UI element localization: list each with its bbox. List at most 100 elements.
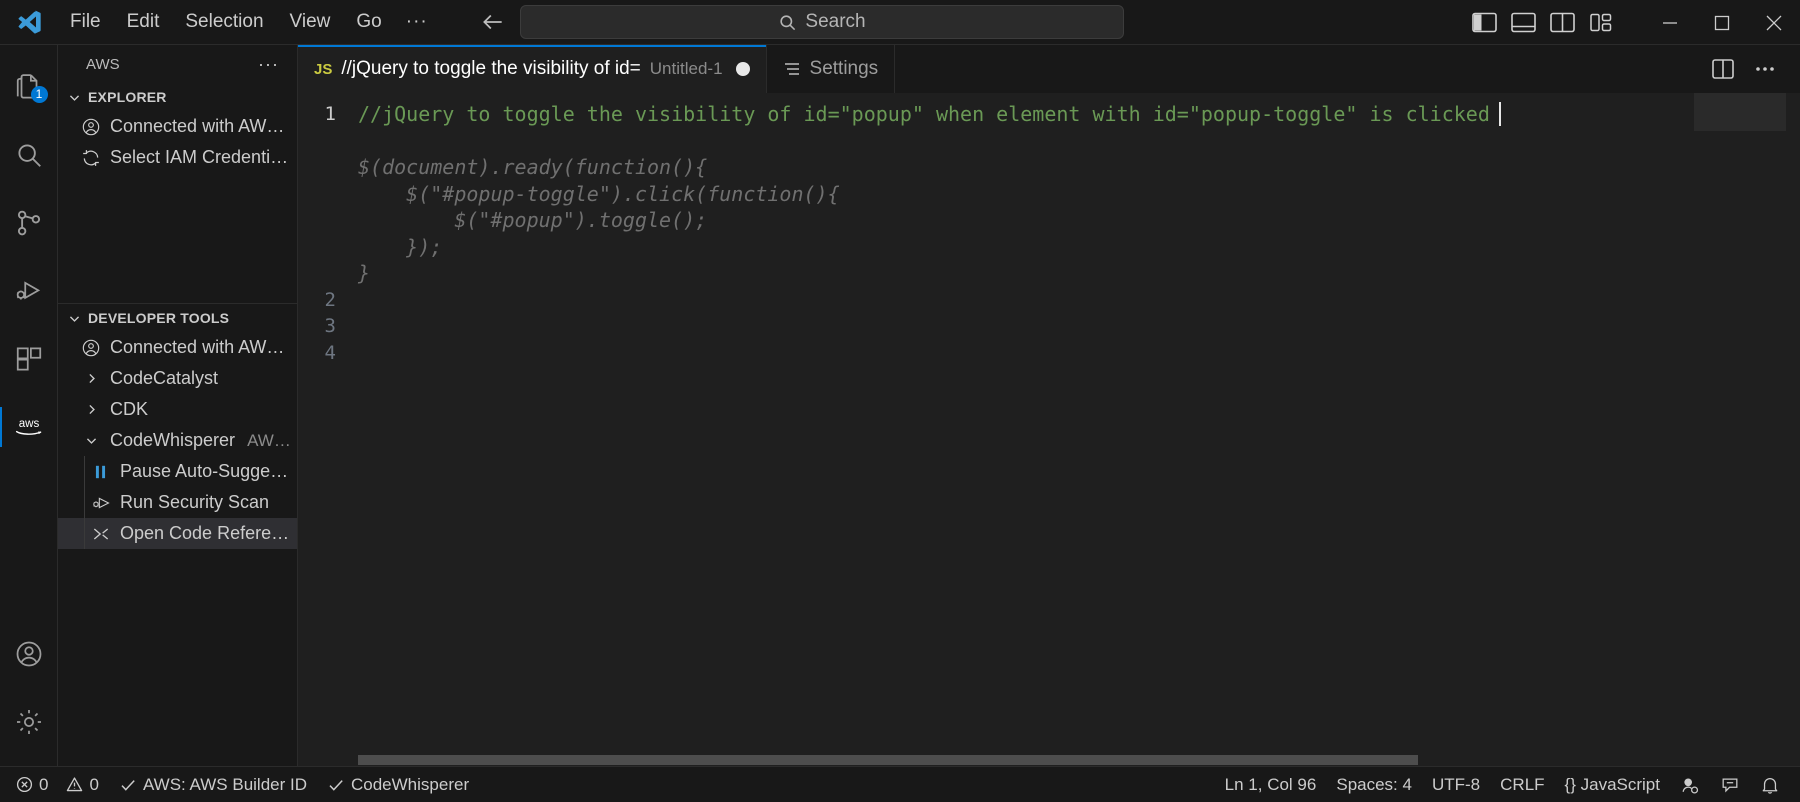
- minimize-icon[interactable]: [1644, 0, 1696, 45]
- activity-item-extensions[interactable]: [0, 325, 58, 393]
- sidebar-item-run-security-scan[interactable]: Run Security Scan: [58, 487, 297, 518]
- status-aws-connection[interactable]: AWS: AWS Builder ID: [109, 767, 317, 802]
- activity-item-run-and-debug[interactable]: [0, 257, 58, 325]
- code-line-ghost: $(document).ready(function(){: [298, 154, 1800, 181]
- tab-settings[interactable]: Settings: [767, 45, 896, 93]
- status-eol[interactable]: CRLF: [1490, 767, 1554, 802]
- sidebar-item-label: Pause Auto-Sugge…: [120, 461, 288, 482]
- chevron-right-icon: [80, 403, 102, 416]
- close-icon[interactable]: [1748, 0, 1800, 45]
- status-encoding[interactable]: UTF-8: [1422, 767, 1490, 802]
- code-line: 1 //jQuery to toggle the visibility of i…: [298, 101, 1800, 128]
- sidebar-item-label: CodeCatalyst: [110, 368, 218, 389]
- inline-suggestion: });: [358, 235, 442, 259]
- status-bar-left: 0 0 AWS: AWS Builder ID: [0, 767, 479, 802]
- maximize-icon[interactable]: [1696, 0, 1748, 45]
- sidebar-item-connected-with-aws-devtools[interactable]: Connected with AW…: [58, 332, 297, 363]
- tab-dirty-indicator[interactable]: [736, 62, 750, 76]
- minimap-slider[interactable]: [1694, 93, 1786, 131]
- sidebar-section-developer-tools: DEVELOPER TOOLS Connected with AW…: [58, 304, 297, 549]
- status-cursor-position[interactable]: Ln 1, Col 96: [1215, 767, 1327, 802]
- sidebar-item-codewhisperer[interactable]: CodeWhisperer AW…: [58, 425, 297, 456]
- activity-item-aws[interactable]: aws: [0, 393, 58, 461]
- sidebar-section-header-explorer[interactable]: EXPLORER: [58, 83, 297, 111]
- status-indentation[interactable]: Spaces: 4: [1326, 767, 1422, 802]
- activity-item-accounts[interactable]: [0, 620, 58, 688]
- code-reference-icon: [90, 524, 112, 544]
- pause-icon: [90, 463, 112, 481]
- code-editor[interactable]: 1 //jQuery to toggle the visibility of i…: [298, 93, 1800, 754]
- activity-item-source-control[interactable]: [0, 189, 58, 257]
- line-number: 2: [298, 289, 358, 311]
- tab-bar: JS //jQuery to toggle the visibility of …: [298, 45, 1800, 93]
- status-codewhisperer[interactable]: CodeWhisperer: [317, 767, 479, 802]
- svg-text:aws: aws: [18, 418, 39, 430]
- vscode-window: File Edit Selection View Go ···: [0, 0, 1800, 802]
- menu-overflow-button[interactable]: ···: [396, 6, 438, 38]
- sidebar-item-select-iam-credentials[interactable]: Select IAM Credenti…: [58, 142, 297, 173]
- inline-suggestion: $(document).ready(function(){: [358, 155, 707, 179]
- search-input[interactable]: Search: [520, 5, 1124, 39]
- title-bar: File Edit Selection View Go ···: [0, 0, 1800, 45]
- sidebar-section-header-developer-tools[interactable]: DEVELOPER TOOLS: [58, 304, 297, 332]
- activity-item-search[interactable]: [0, 121, 58, 189]
- tab-label: //jQuery to toggle the visibility of id=: [341, 58, 640, 80]
- sidebar-item-pause-auto-suggestions[interactable]: Pause Auto-Sugge…: [58, 456, 297, 487]
- line-number: 3: [298, 315, 358, 337]
- line-content: //jQuery to toggle the visibility of id=…: [358, 102, 1490, 126]
- chevron-down-icon: [66, 91, 82, 104]
- code-line-ghost: $("#popup").toggle();: [298, 207, 1800, 234]
- status-label: AWS: AWS Builder ID: [143, 775, 307, 795]
- layout-controls: [1472, 10, 1614, 35]
- code-line: [298, 128, 1800, 155]
- sidebar-more-actions-button[interactable]: ···: [252, 54, 285, 75]
- text-cursor: [1499, 102, 1501, 126]
- error-count: 0: [39, 775, 48, 795]
- customize-layout-icon[interactable]: [1589, 10, 1614, 35]
- sidebar-item-open-code-reference-log[interactable]: Open Code Refere…: [58, 518, 297, 549]
- toggle-secondary-sidebar-icon[interactable]: [1550, 10, 1575, 35]
- status-notifications[interactable]: [1750, 767, 1790, 802]
- account-icon: [80, 117, 102, 137]
- sidebar-title: AWS: [86, 56, 120, 73]
- toggle-panel-icon[interactable]: [1511, 10, 1536, 35]
- menu-edit[interactable]: Edit: [115, 6, 172, 38]
- menu-view[interactable]: View: [278, 6, 343, 38]
- ellipsis-icon[interactable]: [1752, 56, 1778, 82]
- vscode-logo-icon: [0, 8, 58, 36]
- chevron-down-icon: [66, 312, 82, 325]
- sidebar-item-label: Connected with AW…: [110, 337, 284, 358]
- sidebar-item-label: Select IAM Credenti…: [110, 147, 288, 168]
- split-editor-icon[interactable]: [1710, 56, 1736, 82]
- toggle-primary-sidebar-icon[interactable]: [1472, 10, 1497, 35]
- scrollbar-thumb[interactable]: [358, 755, 1418, 765]
- bell-icon: [1760, 775, 1780, 795]
- warning-count: 0: [89, 775, 98, 795]
- sidebar-item-label: CodeWhisperer: [110, 430, 235, 451]
- sidebar-section-label: EXPLORER: [88, 89, 167, 105]
- menu-go[interactable]: Go: [344, 6, 393, 38]
- activity-item-manage[interactable]: [0, 688, 58, 756]
- inline-suggestion: $("#popup").toggle();: [358, 208, 707, 232]
- editor-horizontal-scrollbar[interactable]: [298, 754, 1800, 766]
- menu-file[interactable]: File: [58, 6, 113, 38]
- sidebar-item-label: CDK: [110, 399, 148, 420]
- code-line-ghost: });: [298, 234, 1800, 261]
- activity-bar: 1: [0, 45, 58, 766]
- status-problems[interactable]: 0 0: [6, 767, 109, 802]
- status-codewhisperer-icon[interactable]: [1670, 767, 1710, 802]
- code-lines: 1 //jQuery to toggle the visibility of i…: [298, 93, 1800, 366]
- sidebar-item-codecatalyst[interactable]: CodeCatalyst: [58, 363, 297, 394]
- tab-untitled-1[interactable]: JS //jQuery to toggle the visibility of …: [298, 45, 767, 93]
- security-scan-icon: [90, 493, 112, 513]
- sidebar-item-cdk[interactable]: CDK: [58, 394, 297, 425]
- sidebar-item-connected-with-aws-explorer[interactable]: Connected with AW…: [58, 111, 297, 142]
- go-back-icon[interactable]: [480, 9, 506, 35]
- activity-item-explorer[interactable]: 1: [0, 53, 58, 121]
- error-icon: [16, 776, 33, 793]
- menu-selection[interactable]: Selection: [173, 6, 275, 38]
- status-feedback[interactable]: [1710, 767, 1750, 802]
- status-language-mode[interactable]: {} JavaScript: [1555, 767, 1670, 802]
- account-icon: [80, 338, 102, 358]
- inline-suggestion: $("#popup-toggle").click(function(){: [358, 182, 840, 206]
